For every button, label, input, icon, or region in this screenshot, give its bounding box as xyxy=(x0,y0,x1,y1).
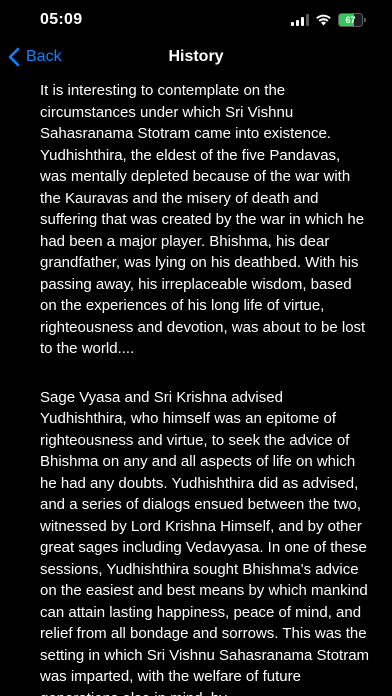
status-time: 05:09 xyxy=(40,11,83,28)
history-content[interactable]: It is interesting to contemplate on the … xyxy=(40,80,370,696)
battery-percent: 67 xyxy=(345,15,356,25)
wifi-icon xyxy=(316,14,331,26)
history-paragraph: It is interesting to contemplate on the … xyxy=(40,82,366,357)
status-icons: 67 xyxy=(291,13,366,27)
status-bar: 05:09 67 xyxy=(0,0,392,40)
battery-icon: 67 xyxy=(338,13,366,27)
navigation-bar: Back History xyxy=(0,40,392,74)
signal-icon xyxy=(291,14,309,26)
history-paragraph: Sage Vyasa and Sri Krishna advised Yudhi… xyxy=(40,388,370,696)
page-title: History xyxy=(168,48,224,65)
